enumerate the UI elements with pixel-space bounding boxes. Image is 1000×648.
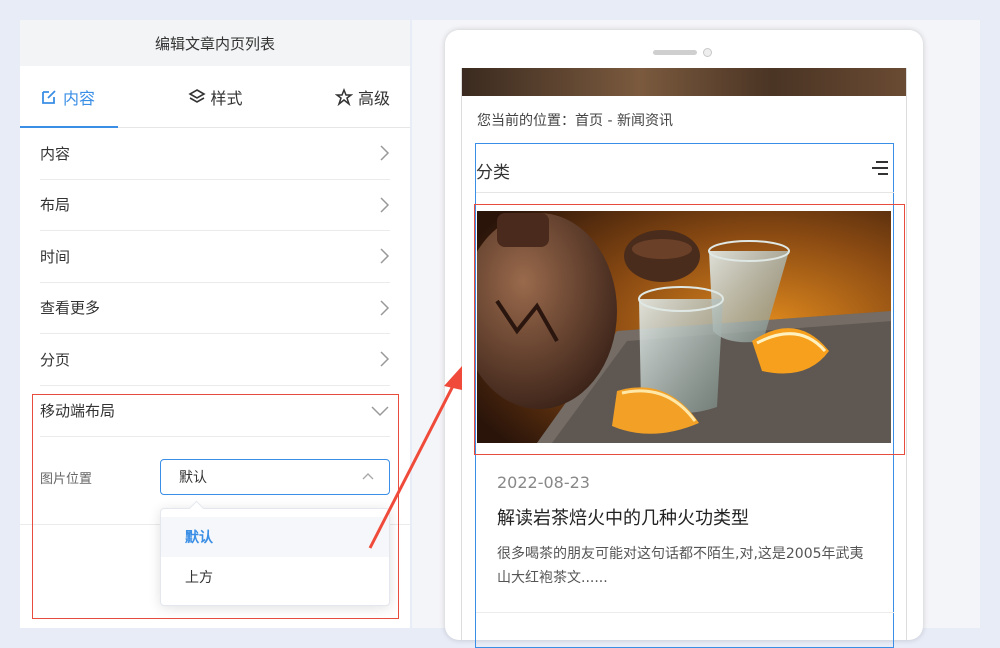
menu-icon[interactable] [870, 159, 890, 181]
article-date: 2022-08-23 [497, 473, 590, 492]
article-excerpt: 很多喝茶的朋友可能对这句话都不陌生,对,这是2005年武夷山大红袍茶文.....… [497, 546, 864, 586]
layers-icon [187, 88, 206, 106]
chevron-right-icon [378, 247, 390, 265]
phone-speaker [653, 50, 697, 55]
tab-content[interactable]: 内容 [20, 66, 157, 128]
tab-bar: 内容 样式 高级 [20, 66, 410, 128]
category-title: 分类 [476, 162, 510, 183]
chevron-right-icon [378, 144, 390, 162]
menu-item-time[interactable]: 时间 [40, 231, 390, 283]
image-position-row: 图片位置 默认 [40, 437, 390, 517]
panel-title: 编辑文章内页列表 [20, 20, 410, 66]
menu-item-content[interactable]: 内容 [40, 128, 390, 180]
option-default[interactable]: 默认 [161, 517, 389, 557]
phone-camera [703, 48, 712, 57]
article-title[interactable]: 解读岩茶焙火中的几种火功类型 [497, 504, 749, 530]
banner-image [462, 68, 906, 96]
star-outline-icon [335, 87, 353, 106]
tab-advanced[interactable]: 高级 [273, 66, 410, 127]
edit-icon [40, 88, 58, 106]
menu-item-pagination[interactable]: 分页 [40, 334, 390, 386]
category-bar: 分类 [476, 150, 894, 190]
tab-style[interactable]: 样式 [157, 66, 274, 127]
divider [476, 612, 894, 613]
menu-item-mobile-layout[interactable]: 移动端布局 [40, 386, 390, 437]
option-top[interactable]: 上方 [161, 557, 389, 597]
article-image[interactable] [477, 211, 891, 443]
image-position-dropdown: 默认 上方 [160, 508, 390, 606]
image-position-select[interactable]: 默认 [160, 459, 390, 495]
settings-menu: 内容 布局 时间 查看更多 分页 移动端布局 图片位置 默认 [20, 128, 410, 517]
breadcrumb: 您当前的位置：首页 - 新闻资讯 [477, 113, 673, 129]
divider [476, 192, 894, 193]
chevron-right-icon [378, 196, 390, 214]
chevron-down-icon [370, 405, 390, 417]
image-position-label: 图片位置 [40, 471, 93, 487]
menu-item-view-more[interactable]: 查看更多 [40, 283, 390, 334]
chevron-up-icon [361, 469, 375, 485]
chevron-right-icon [378, 299, 390, 317]
chevron-right-icon [378, 350, 390, 368]
menu-item-layout[interactable]: 布局 [40, 180, 390, 231]
